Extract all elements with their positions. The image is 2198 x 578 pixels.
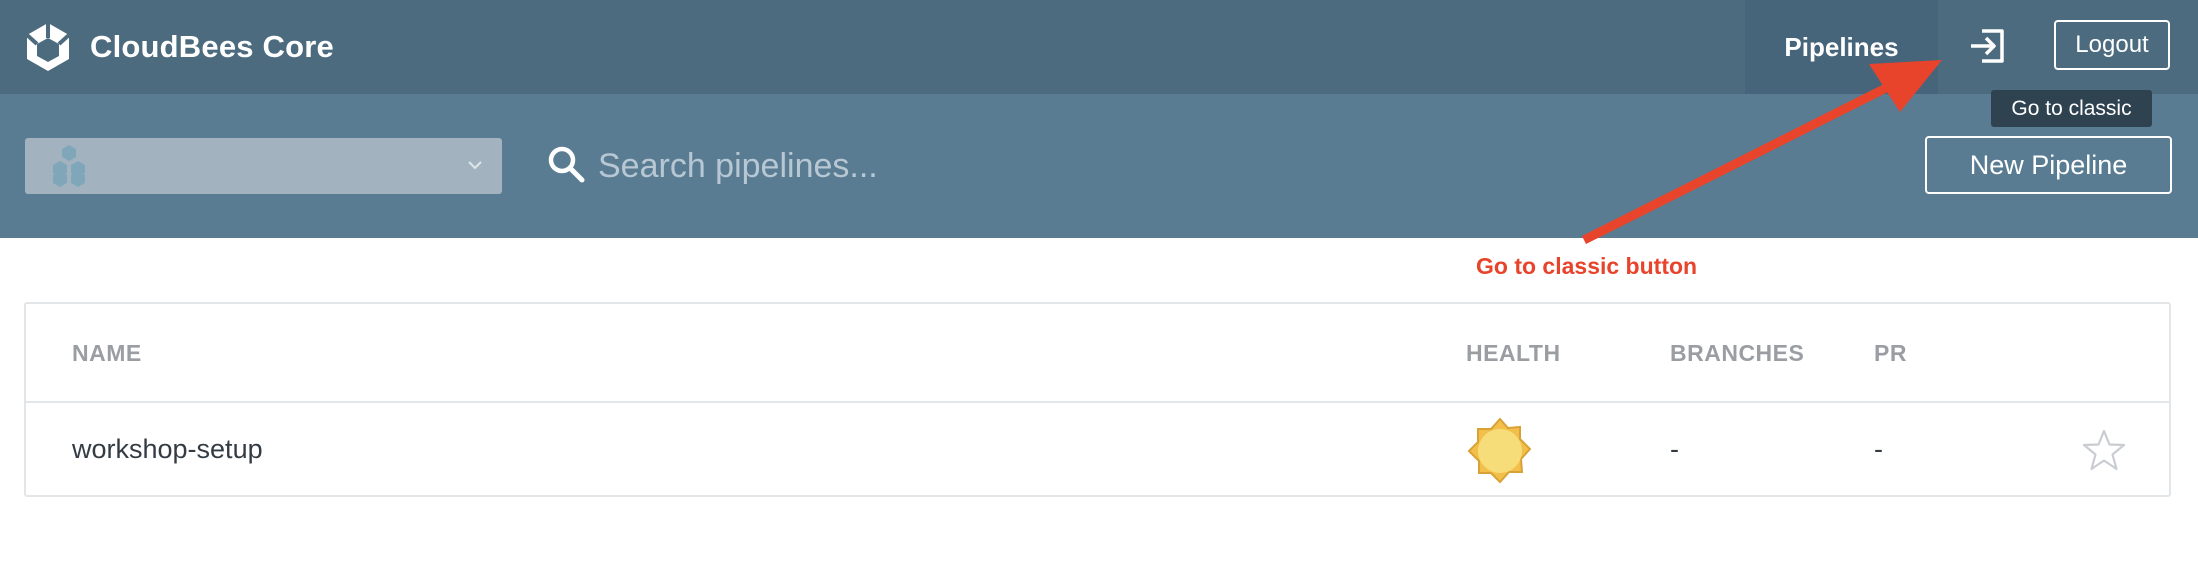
pipelines-table: NAME HEALTH BRANCHES PR workshop-setup -…	[24, 302, 2171, 497]
annotation-label: Go to classic button	[1476, 253, 1698, 279]
organization-selector[interactable]	[25, 138, 502, 194]
new-pipeline-button[interactable]: New Pipeline	[1925, 136, 2172, 194]
pipelines-toolbar: New Pipeline	[0, 94, 2198, 238]
cloudbees-hexagon-icon	[25, 23, 71, 71]
column-header-pr[interactable]: PR	[1874, 340, 1907, 367]
table-header: NAME HEALTH BRANCHES PR	[26, 304, 2169, 403]
brand[interactable]: CloudBees Core	[24, 21, 334, 73]
table-row[interactable]: workshop-setup - -	[26, 403, 2169, 497]
column-header-name[interactable]: NAME	[72, 340, 142, 367]
column-header-branches[interactable]: BRANCHES	[1670, 340, 1804, 367]
pipeline-name[interactable]: workshop-setup	[72, 434, 263, 465]
favorite-star-icon[interactable]	[2082, 429, 2126, 471]
nav-pipelines[interactable]: Pipelines	[1745, 0, 1938, 94]
column-header-health[interactable]: HEALTH	[1466, 340, 1561, 367]
pr-value: -	[1874, 434, 1883, 464]
sunny-weather-icon	[1467, 417, 1532, 484]
logout-button[interactable]: Logout	[2054, 20, 2170, 70]
top-bar: CloudBees Core Pipelines Logout	[0, 0, 2198, 94]
search-input[interactable]	[596, 136, 1360, 196]
go-to-classic-tooltip: Go to classic	[1991, 90, 2152, 127]
search-icon	[548, 146, 585, 183]
hexagon-cluster-icon	[53, 145, 85, 187]
chevron-down-icon	[468, 161, 482, 170]
brand-name: CloudBees Core	[90, 29, 334, 64]
go-to-classic-icon[interactable]	[1968, 26, 2008, 66]
branches-value: -	[1670, 434, 1679, 464]
